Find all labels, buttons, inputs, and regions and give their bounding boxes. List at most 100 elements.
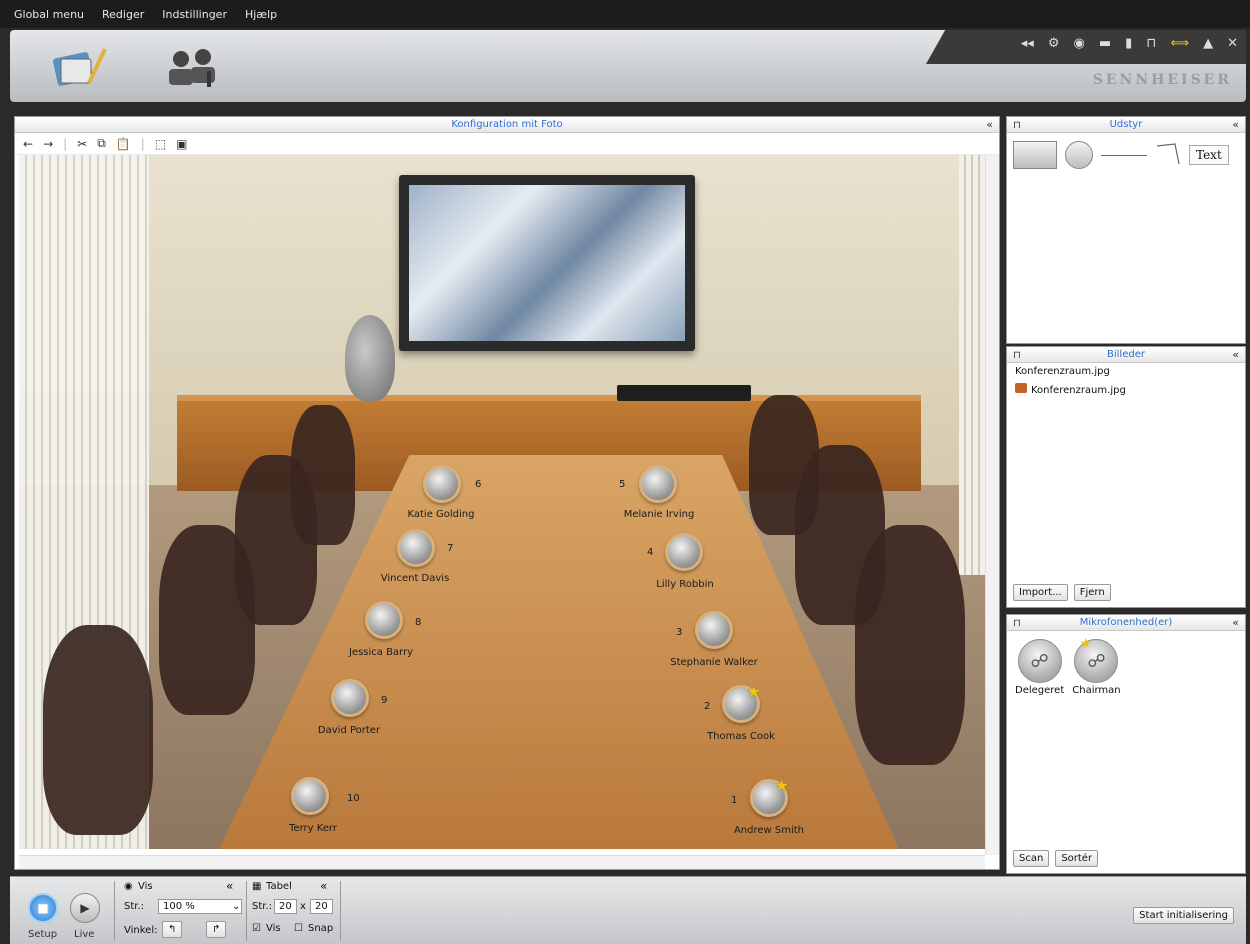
zoom-select[interactable]: 100 %: [158, 899, 242, 914]
menu-global[interactable]: Global menu: [14, 8, 84, 21]
layer-icon[interactable]: ▣: [176, 137, 187, 151]
seat-9[interactable]: [325, 679, 375, 717]
seat-name: Jessica Barry: [348, 647, 414, 658]
signal-icon: ◂◂: [1020, 36, 1034, 51]
main-panel-title-text: Konfiguration mit Foto: [451, 119, 563, 130]
table-width-input[interactable]: 20: [274, 899, 297, 914]
tabel-size-label: Str.:: [252, 901, 273, 912]
delegate-device[interactable]: ☍ Delegeret: [1015, 639, 1064, 696]
rotate-right-button[interactable]: ↱: [206, 921, 227, 938]
seat-name: Andrew Smith: [733, 825, 805, 836]
times-symbol: x: [300, 901, 306, 912]
snap-checkbox-label: Snap: [308, 923, 334, 934]
collapse-icon[interactable]: «: [1232, 347, 1239, 362]
lock-icon[interactable]: ⊓: [1013, 118, 1021, 133]
start-initialization-button[interactable]: Start initialisering: [1133, 907, 1234, 924]
photo-config-icon[interactable]: [46, 40, 112, 94]
polyline-tool-icon[interactable]: [1155, 142, 1181, 169]
chairman-star-icon: ★: [774, 776, 789, 795]
setup-mode-button[interactable]: ■: [28, 893, 58, 923]
forward-icon[interactable]: →: [43, 137, 53, 151]
image-item[interactable]: Konferenzraum.jpg: [1007, 380, 1245, 399]
seat-3[interactable]: [689, 611, 739, 649]
wireless-icon: ◉: [1073, 36, 1085, 51]
brand-logo: SENNHEISER: [1092, 72, 1232, 88]
seat-number: 8: [415, 617, 422, 628]
rectangle-tool-icon[interactable]: [1013, 141, 1057, 169]
back-icon[interactable]: ←: [23, 137, 33, 151]
grid-icon: ▦: [252, 881, 262, 892]
table-height-input[interactable]: 20: [310, 899, 333, 914]
seat-4[interactable]: [659, 533, 709, 571]
chairman-microphone-icon: ☍ ★: [1074, 636, 1119, 683]
circle-tool-icon[interactable]: [1065, 141, 1093, 169]
seat-number: 9: [381, 695, 388, 706]
lock-icon[interactable]: ⊓: [1013, 348, 1021, 363]
paste-icon[interactable]: 📋: [116, 137, 131, 151]
close-icon[interactable]: ✕: [1227, 36, 1238, 51]
chevron-down-icon[interactable]: ⌄: [232, 901, 240, 912]
collapse-icon[interactable]: «: [986, 117, 993, 132]
menu-rediger[interactable]: Rediger: [102, 8, 144, 21]
vis-checkbox-label: Vis: [266, 923, 281, 934]
menu-bar: Global menu Rediger Indstillinger Hjælp: [0, 0, 1250, 28]
billeder-title-text: Billeder: [1107, 349, 1145, 360]
snap-checkbox[interactable]: ☐: [294, 923, 303, 934]
microphone-icon: ★: [722, 682, 761, 723]
live-label: Live: [74, 929, 95, 940]
scan-button[interactable]: Scan: [1013, 850, 1050, 867]
select-icon[interactable]: ⬚: [155, 137, 166, 151]
seat-8[interactable]: [359, 601, 409, 639]
import-button[interactable]: Import...: [1013, 584, 1068, 601]
people-config-icon[interactable]: [160, 40, 226, 94]
text-tool[interactable]: Text: [1189, 145, 1229, 165]
lock-icon[interactable]: ⊓: [1013, 616, 1021, 631]
seat-name: David Porter: [317, 725, 381, 736]
seat-5[interactable]: [633, 465, 683, 503]
cut-icon[interactable]: ✂: [77, 137, 87, 151]
copy-icon[interactable]: ⧉: [97, 136, 106, 151]
horizontal-scrollbar[interactable]: [19, 855, 985, 869]
av-device: [617, 385, 751, 401]
live-mode-button[interactable]: ▶: [70, 893, 100, 923]
tabel-title: Tabel: [266, 881, 292, 892]
chair: [749, 395, 819, 535]
vis-checkbox[interactable]: ☑: [252, 923, 261, 934]
bars-icon: ▮: [1125, 36, 1133, 51]
seat-name: Katie Golding: [407, 509, 475, 520]
seat-2[interactable]: ★: [716, 682, 766, 723]
shape-tools: Text: [1007, 133, 1245, 177]
collapse-icon[interactable]: «: [1232, 615, 1239, 630]
seat-number: 5: [619, 479, 626, 490]
chairman-device[interactable]: ☍ ★ Chairman: [1072, 636, 1120, 696]
chair: [291, 405, 355, 545]
seat-6[interactable]: [417, 465, 467, 503]
menu-hjaelp[interactable]: Hjælp: [245, 8, 277, 21]
settings-icon: ⚙: [1047, 36, 1060, 51]
seat-name: Vincent Davis: [380, 573, 450, 584]
vis-title: Vis: [138, 881, 153, 892]
rotate-left-button[interactable]: ↰: [162, 921, 183, 938]
vis-size-label: Str.:: [124, 901, 145, 912]
line-tool-icon[interactable]: [1101, 154, 1147, 156]
seat-7[interactable]: [391, 529, 441, 567]
menu-indstillinger[interactable]: Indstillinger: [162, 8, 227, 21]
microphone-icon: [365, 601, 403, 639]
collapse-icon[interactable]: «: [320, 879, 327, 893]
swap-icon[interactable]: ⟺: [1170, 36, 1189, 51]
image-item[interactable]: Konferenzraum.jpg: [1007, 363, 1245, 380]
seat-number: 7: [447, 543, 454, 554]
mikrofon-title: ⊓ Mikrofonenhed(er) «: [1007, 615, 1245, 631]
seat-1[interactable]: ★: [744, 776, 794, 817]
microphone-icon: ★: [750, 776, 789, 817]
udstyr-panel: ⊓ Udstyr « Text: [1006, 116, 1246, 344]
collapse-icon[interactable]: «: [226, 879, 233, 893]
lock-icon[interactable]: ⊓: [1146, 36, 1156, 51]
collapse-icon[interactable]: «: [1232, 117, 1239, 132]
vertical-scrollbar[interactable]: [985, 155, 999, 855]
seat-10[interactable]: [285, 777, 335, 815]
seat-name: Stephanie Walker: [670, 657, 758, 668]
sort-button[interactable]: Sortér: [1055, 850, 1099, 867]
conference-room-image[interactable]: ★ 1 Andrew Smith ★ 2 Thomas Cook 3 Steph…: [19, 155, 985, 849]
remove-button[interactable]: Fjern: [1073, 584, 1111, 601]
